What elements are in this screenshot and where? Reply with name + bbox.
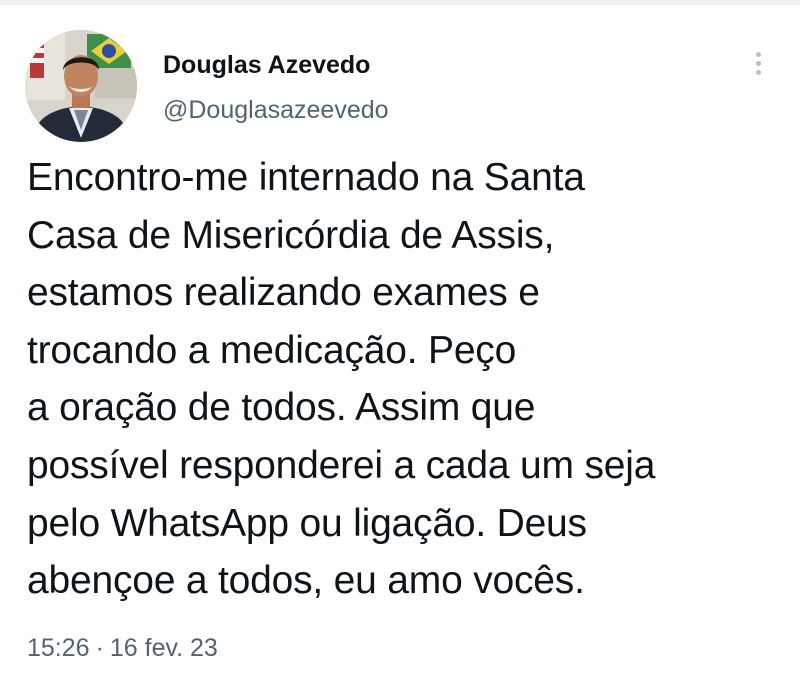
tweet-text-line: possível responderei a cada um seja	[27, 443, 656, 487]
meta-separator: ·	[95, 634, 104, 662]
menu-dot	[756, 61, 761, 66]
tweet-text-line: Casa de Misericórdia de Assis,	[27, 213, 555, 257]
tweet-text-line: Encontro-me internado na Santa	[27, 156, 585, 199]
more-vertical-icon[interactable]	[746, 44, 770, 84]
tweet-text: Encontro-me internado na Santa Casa de M…	[27, 149, 792, 610]
tweet-time: 15:26	[27, 634, 90, 662]
author-name[interactable]: Douglas Azevedo	[163, 49, 370, 81]
avatar[interactable]	[25, 30, 137, 142]
menu-dot	[756, 70, 761, 75]
tweet-timestamp[interactable]: 15:26 · 16 fev. 23	[27, 632, 218, 664]
profile-photo	[25, 30, 137, 142]
tweet-text-line: trocando a medicação. Peço	[27, 328, 517, 372]
tweet-text-line: pelo WhatsApp ou ligação. Deus	[27, 501, 587, 545]
author-handle[interactable]: @Douglasazeevedo	[163, 94, 389, 126]
tweet-date: 16 fev. 23	[109, 634, 218, 662]
tweet-text-line: estamos realizando exames e	[27, 271, 540, 315]
tweet-text-line: a oração de todos. Assim que	[27, 386, 536, 430]
menu-dot	[756, 52, 761, 57]
tweet-card[interactable]: Douglas Azevedo @Douglasazeevedo Encontr…	[0, 0, 800, 688]
tweet-text-line: abençoe a todos, eu amo vocês.	[27, 559, 585, 603]
